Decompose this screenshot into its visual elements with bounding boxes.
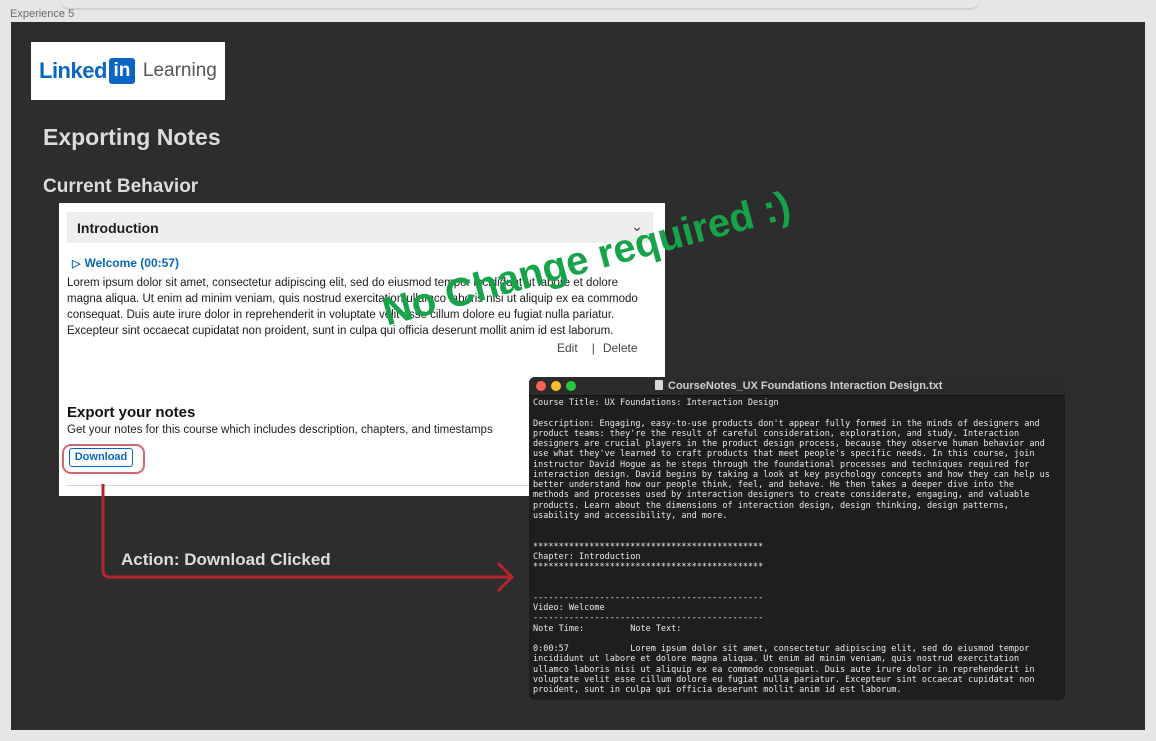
file-contents[interactable]: Course Title: UX Foundations: Interactio… — [533, 398, 1061, 695]
file-line: better understand how our people think, … — [533, 480, 1015, 490]
file-line — [533, 531, 1061, 541]
logo-product-name: Learning — [142, 60, 217, 81]
file-line: product teams: they're the result of car… — [533, 428, 1020, 439]
frame-label: Experience 5 — [10, 8, 75, 20]
file-line: voluptate velit esse cillum dolore eu fu… — [533, 674, 1035, 685]
export-title: Export your notes — [67, 404, 196, 421]
video-link-label: Welcome (00:57) — [84, 256, 179, 270]
file-line — [533, 521, 1061, 531]
action-label: Action: Download Clicked — [121, 550, 331, 569]
window-titlebar[interactable]: CourseNotes_UX Foundations Interaction D… — [529, 377, 1065, 396]
file-line: designers are crucial players in the pro… — [533, 439, 1045, 449]
minimize-window-icon[interactable] — [551, 381, 561, 391]
page-title: Exporting Notes — [43, 124, 221, 150]
divider: | — [591, 341, 595, 355]
delete-button[interactable]: Delete — [603, 341, 638, 355]
play-icon: ▷ — [72, 258, 81, 270]
file-line — [533, 583, 1061, 593]
chapter-title: Introduction — [77, 220, 159, 236]
section-subtitle: Current Behavior — [43, 176, 199, 197]
file-line — [533, 572, 1061, 582]
close-window-icon[interactable] — [536, 381, 546, 391]
file-line: Description: Engaging, easy-to-use produ… — [533, 418, 1040, 429]
file-line: ****************************************… — [533, 541, 764, 552]
file-line: instructor David Hogue as he steps throu… — [533, 459, 1030, 470]
note-actions: Edit | Delete — [557, 341, 638, 355]
window-title-text: CourseNotes_UX Foundations Interaction D… — [668, 380, 943, 392]
file-line: Note Time: Note Text: — [533, 623, 682, 634]
document-icon — [655, 380, 663, 390]
file-line: methods and processes used by interactio… — [533, 490, 1030, 501]
file-line: Chapter: Introduction — [533, 551, 641, 562]
file-line: ----------------------------------------… — [533, 592, 764, 603]
download-button[interactable]: Download — [69, 448, 133, 467]
window-title: CourseNotes_UX Foundations Interaction D… — [655, 380, 942, 392]
logo-in-badge: in — [108, 58, 135, 84]
file-line: ----------------------------------------… — [533, 613, 764, 624]
file-line: use what they've learned to craft produc… — [533, 449, 1035, 460]
file-line: products. Learn about the dimensions of … — [533, 500, 1009, 511]
file-line: usability and accessibility, and more. — [533, 510, 728, 521]
video-link[interactable]: ▷ Welcome (00:57) — [72, 256, 179, 270]
logo-wordmark: Linked — [39, 58, 107, 83]
file-line: interaction design. David begins by taki… — [533, 469, 1050, 480]
file-line: Video: Welcome — [533, 603, 605, 613]
file-line: incididunt ut labore et dolore magna ali… — [533, 654, 1020, 665]
file-line: ****************************************… — [533, 562, 764, 572]
file-line: proident, sunt in culpa qui officia dese… — [533, 685, 902, 695]
zoom-window-icon[interactable] — [566, 381, 576, 391]
file-line: ullamco laboris nisi ut aliquip ex ea co… — [533, 664, 1035, 675]
text-file-window: CourseNotes_UX Foundations Interaction D… — [529, 377, 1065, 700]
file-line — [533, 408, 1061, 418]
file-line: Course Title: UX Foundations: Interactio… — [533, 398, 779, 408]
linkedin-learning-logo: Linked in Learning — [31, 42, 225, 100]
file-line: 0:00:57 Lorem ipsum dolor sit amet, cons… — [533, 644, 1030, 654]
file-line — [533, 634, 1061, 644]
export-description: Get your notes for this course which inc… — [67, 424, 493, 436]
edit-button[interactable]: Edit — [557, 341, 578, 355]
frame-top-edge — [60, 0, 980, 10]
chapter-accordion-header[interactable]: Introduction ⌄ — [67, 212, 653, 243]
